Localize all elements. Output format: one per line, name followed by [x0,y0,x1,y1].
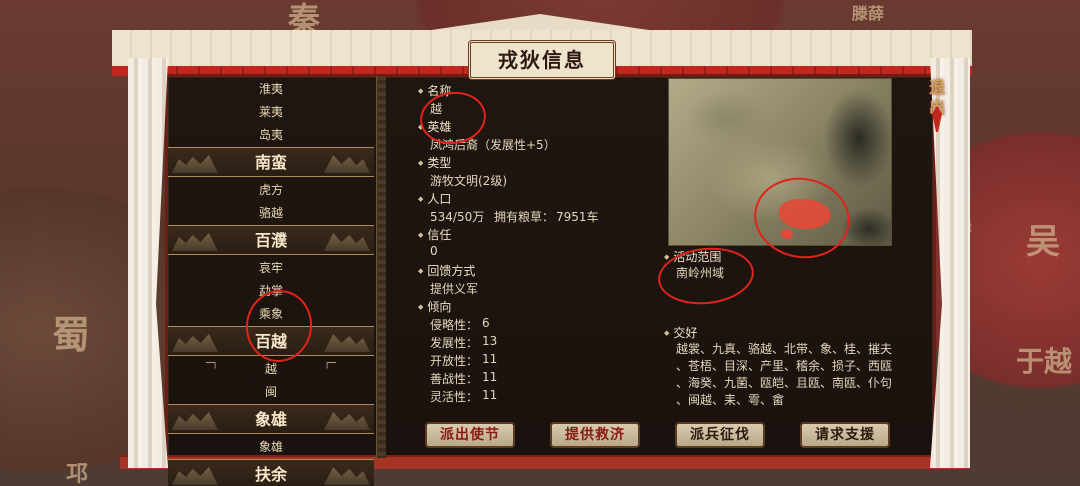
stat-value: 11 [482,388,498,402]
send-envoy-button[interactable]: 派出使节 [425,422,515,448]
friendly-line: 、海癸、九菌、瓯皑、且瓯、南瓯、仆句 [676,376,893,390]
panel-title: 戎狄信息 [468,40,616,80]
tribe-sub-item[interactable]: 象雄 [168,436,374,459]
stat-label: 发展性： [430,336,479,350]
tribe-item-label: 岛夷 [258,128,283,142]
tribe-sub-item[interactable]: 闽 [168,381,374,404]
friendly-line: 越裳、九真、骆越、北带、象、桂、摧夫 [676,342,893,356]
mountain-ornament-icon [172,155,218,173]
friendly-line: 、闽越、耒、雩、畲 [676,393,785,407]
request-support-button[interactable]: 请求支援 [800,422,890,448]
tribe-sub-item[interactable]: 淮夷 [168,78,374,101]
tendency-label: 倾向 [418,298,451,315]
mountain-ornament-icon [324,153,370,173]
grain-value: 7951车 [556,210,599,224]
mountain-ornament-icon [324,410,370,430]
stat-label: 灵活性： [430,390,479,404]
tribe-item-label: 南蛮 [254,153,287,172]
friendly-line: 、苍梧、目深、产里、稽余、损子、西瓯 [676,359,893,373]
stat-row: 善战性： 11 [430,370,497,387]
map-label-wu: 吴 [1026,222,1060,262]
mountain-ornament-icon [172,233,218,251]
tribe-sub-item[interactable]: 越 [168,358,374,381]
feedback-value: 提供义军 [430,282,479,296]
mountain-ornament-icon [172,467,218,485]
trust-value: 0 [430,244,438,258]
tribe-list-scrollbar[interactable] [376,76,386,458]
type-value: 游牧文明(2级) [430,174,507,188]
mountain-ornament-icon [172,412,218,430]
feedback-label: 回馈方式 [418,262,475,279]
friendly-label: 交好 [664,324,697,341]
tribe-item-label: 扶余 [254,465,287,484]
grain-label: 拥有粮草： [494,210,555,224]
tribe-item-label: 越 [264,362,277,376]
tribe-sub-item[interactable]: 岛夷 [168,124,374,147]
tribe-sub-item[interactable]: 哀牢 [168,257,374,280]
map-label-yuyue: 于越 [1016,345,1073,378]
send-army-button[interactable]: 派兵征伐 [675,422,765,448]
tribe-group-item[interactable]: 象雄 [168,404,374,434]
trust-label: 信任 [418,226,451,243]
stat-value: 6 [482,316,490,330]
tribe-item-label: 哀牢 [258,261,283,275]
population-value: 534/50万 [430,210,485,224]
tribe-sub-item[interactable]: 骆越 [168,202,374,225]
mountain-ornament-icon [172,334,218,352]
stat-row: 侵略性： 6 [430,316,490,333]
stat-label: 善战性： [430,372,479,386]
tribe-item-label: 虎方 [258,183,283,197]
tribe-list: 淮夷 莱夷 岛夷 南蛮 虎方 骆越 百濮 哀牢 勐掌 乘象 百越 ─┐ ┌─ 越闽象雄 象雄 扶余 [168,76,374,486]
stat-row: 开放性： 11 [430,352,497,369]
stat-row: 灵活性： 11 [430,388,497,405]
stat-row: 发展性： 13 [430,334,497,351]
tribe-sub-item[interactable]: 虎方 [168,179,374,202]
tribe-group-item[interactable]: 扶余 [168,459,374,486]
map-label-shu: 蜀 [52,312,91,357]
tribe-item-label: 淮夷 [258,82,283,96]
stat-value: 13 [482,334,498,348]
tribe-item-label: 莱夷 [258,105,283,119]
tribe-item-label: 闽 [264,385,277,399]
type-label: 类型 [418,154,451,171]
exit-button[interactable]: 退出 [912,76,962,132]
tribe-item-label: 象雄 [258,440,283,454]
mountain-ornament-icon [324,231,370,251]
stat-label: 开放性： [430,354,479,368]
mountain-ornament-icon [324,332,370,352]
provide-relief-button[interactable]: 提供救济 [550,422,640,448]
tribe-item-label: 百濮 [254,231,287,250]
map-label-tengxue: 滕薛 [852,4,885,23]
mountain-ornament-icon [324,465,370,485]
population-label: 人口 [418,190,451,207]
tribe-group-item[interactable]: 百濮 [168,225,374,255]
tribe-group-item[interactable]: 南蛮 [168,147,374,177]
tribe-item-label: 骆越 [258,206,283,220]
map-label-qiong: 邛 [66,461,89,486]
stat-value: 11 [482,352,498,366]
tribe-item-label: 象雄 [254,410,287,429]
tribe-sub-item[interactable]: 莱夷 [168,101,374,124]
stat-label: 侵略性： [430,318,479,332]
stat-value: 11 [482,370,498,384]
